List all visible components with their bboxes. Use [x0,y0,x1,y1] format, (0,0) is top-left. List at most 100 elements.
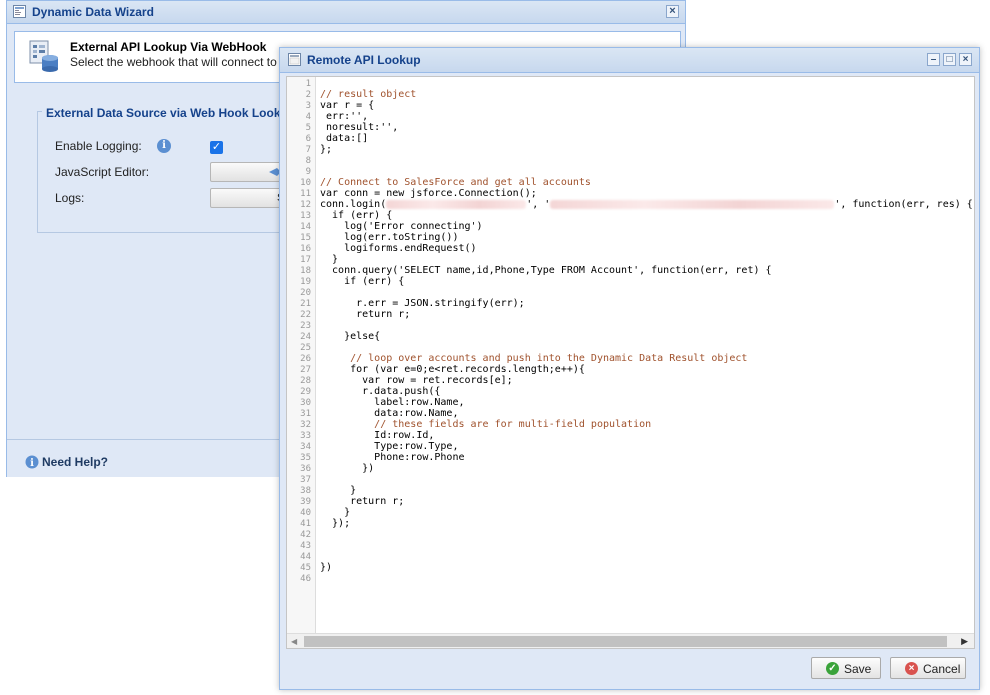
scroll-right-icon[interactable]: ▶ [961,636,968,647]
code-line-text: ', ' [526,199,551,210]
enable-logging-checkbox[interactable]: ✓ [210,141,223,154]
code-line-text: if (err) { [320,210,393,221]
remote-api-lookup-window: Remote API Lookup – □ × 1 2 3 4 5 6 7 8 9 10 11 12 1… [279,47,980,690]
code-line: } [320,254,338,265]
line-number: 9 [305,167,311,177]
code-line-text: data:row.Name, [320,408,459,419]
code-line: var conn = new jsforce.Connection(); [320,188,537,199]
line-number: 30 [300,398,311,408]
svg-text:i: i [30,458,34,469]
code-line: // Connect to SalesForce and get all acc… [320,177,591,188]
code-line: data:row.Name, [320,408,458,419]
code-line: // result object [320,89,416,100]
line-number: 41 [300,519,311,529]
wizard-title: Dynamic Data Wizard [32,5,154,19]
line-number: 14 [300,222,311,232]
code-line: log('Error connecting') [320,221,483,232]
code-line: } [320,507,350,518]
code-line-text: log('Error connecting') [320,221,483,232]
code-line-text: log(err.toString()) [320,232,459,243]
code-line: return r; [320,309,410,320]
code-line-text: label:row.Name, [320,397,465,408]
code-line-text: // loop over accounts and push into the … [320,353,748,364]
javascript-code-editor[interactable]: 1 2 3 4 5 6 7 8 9 10 11 12 13 14 15 16 17 18 19 20 21 22 23 24 2… [286,76,975,649]
line-number: 17 [300,255,311,265]
wizard-title-bar[interactable]: Dynamic Data Wizard × [7,1,685,24]
line-number: 38 [300,486,311,496]
code-line-text: r.err = JSON.stringify(err); [320,298,525,309]
code-line-text: } [320,507,351,518]
x-circle-icon: × [905,662,918,675]
logs-button[interactable]: S [210,188,290,208]
close-icon[interactable]: × [959,53,972,66]
line-number: 25 [300,343,311,353]
code-line: data:[] [320,133,368,144]
code-line-text: }); [320,518,351,529]
need-help-link[interactable]: Need Help? [42,455,108,469]
line-number: 2 [305,90,311,100]
line-number: 1 [305,79,311,89]
code-line-text: } [320,485,357,496]
code-line-text: for (var e=0;e<ret.records.length;e++){ [320,364,585,375]
scrollbar-thumb[interactable] [304,636,947,647]
check-circle-icon: ✓ [826,662,839,675]
api-footer: ✓ Save × Cancel [280,653,979,689]
code-line: Id:row.Id, [320,430,434,441]
maximize-icon[interactable]: □ [943,53,956,66]
code-line-text: r.data.push({ [320,386,441,397]
line-number: 26 [300,354,311,364]
api-title-bar[interactable]: Remote API Lookup – □ × [280,48,979,73]
code-line-text: return r; [320,309,411,320]
code-line: Phone:row.Phone [320,452,464,463]
scroll-left-icon[interactable]: ◀ [291,637,297,646]
line-number: 46 [300,574,311,584]
cancel-button[interactable]: × Cancel [890,657,966,679]
line-number: 15 [300,233,311,243]
code-line: if (err) { [320,276,404,287]
api-window-title: Remote API Lookup [307,53,421,67]
minimize-icon[interactable]: – [927,53,940,66]
code-line: var row = ret.records[e]; [320,375,513,386]
code-line: }) [320,463,374,474]
code-line-text: conn.login( [320,199,387,210]
code-line: for (var e=0;e<ret.records.length;e++){ [320,364,585,375]
redacted-username [386,199,527,209]
code-line: }); [320,518,350,529]
fieldset-legend: External Data Source via Web Hook Lookup [42,106,300,120]
line-number: 8 [305,156,311,166]
code-line: err:'', [320,111,368,122]
code-line-text: Type:row.Type, [320,441,459,452]
line-number: 40 [300,508,311,518]
code-line-text: // result object [320,89,417,100]
line-number: 36 [300,464,311,474]
code-line-text: logiforms.endRequest() [320,243,477,254]
code-line-text: return r; [320,496,405,507]
line-number: 22 [300,310,311,320]
code-line-text: if (err) { [320,276,405,287]
javascript-editor-button[interactable] [210,162,290,182]
code-line: logiforms.endRequest() [320,243,477,254]
code-line-text: var r = { [320,100,375,111]
close-icon[interactable]: × [666,5,679,18]
code-line: }; [320,144,332,155]
code-line-text: conn.query('SELECT name,id,Phone,Type FR… [320,265,772,276]
code-line-text: // Connect to SalesForce and get all acc… [320,177,591,188]
line-number: 33 [300,431,311,441]
line-number: 29 [300,387,311,397]
help-icon[interactable]: i [25,455,39,469]
code-line-text: Id:row.Id, [320,430,435,441]
line-number: 18 [300,266,311,276]
code-line-text: err:'', [320,111,369,122]
code-line: return r; [320,496,404,507]
line-number: 39 [300,497,311,507]
horizontal-scrollbar[interactable]: ◀ ▶ [287,633,974,648]
line-number: 24 [300,332,311,342]
info-icon[interactable]: i [157,139,171,153]
save-button[interactable]: ✓ Save [811,657,881,679]
code-line: // loop over accounts and push into the … [320,353,747,364]
code-line: }) [320,562,332,573]
code-line-text: var row = ret.records[e]; [320,375,513,386]
line-number: 45 [300,563,311,573]
code-line: label:row.Name, [320,397,465,408]
code-line-text: }) [320,463,375,474]
